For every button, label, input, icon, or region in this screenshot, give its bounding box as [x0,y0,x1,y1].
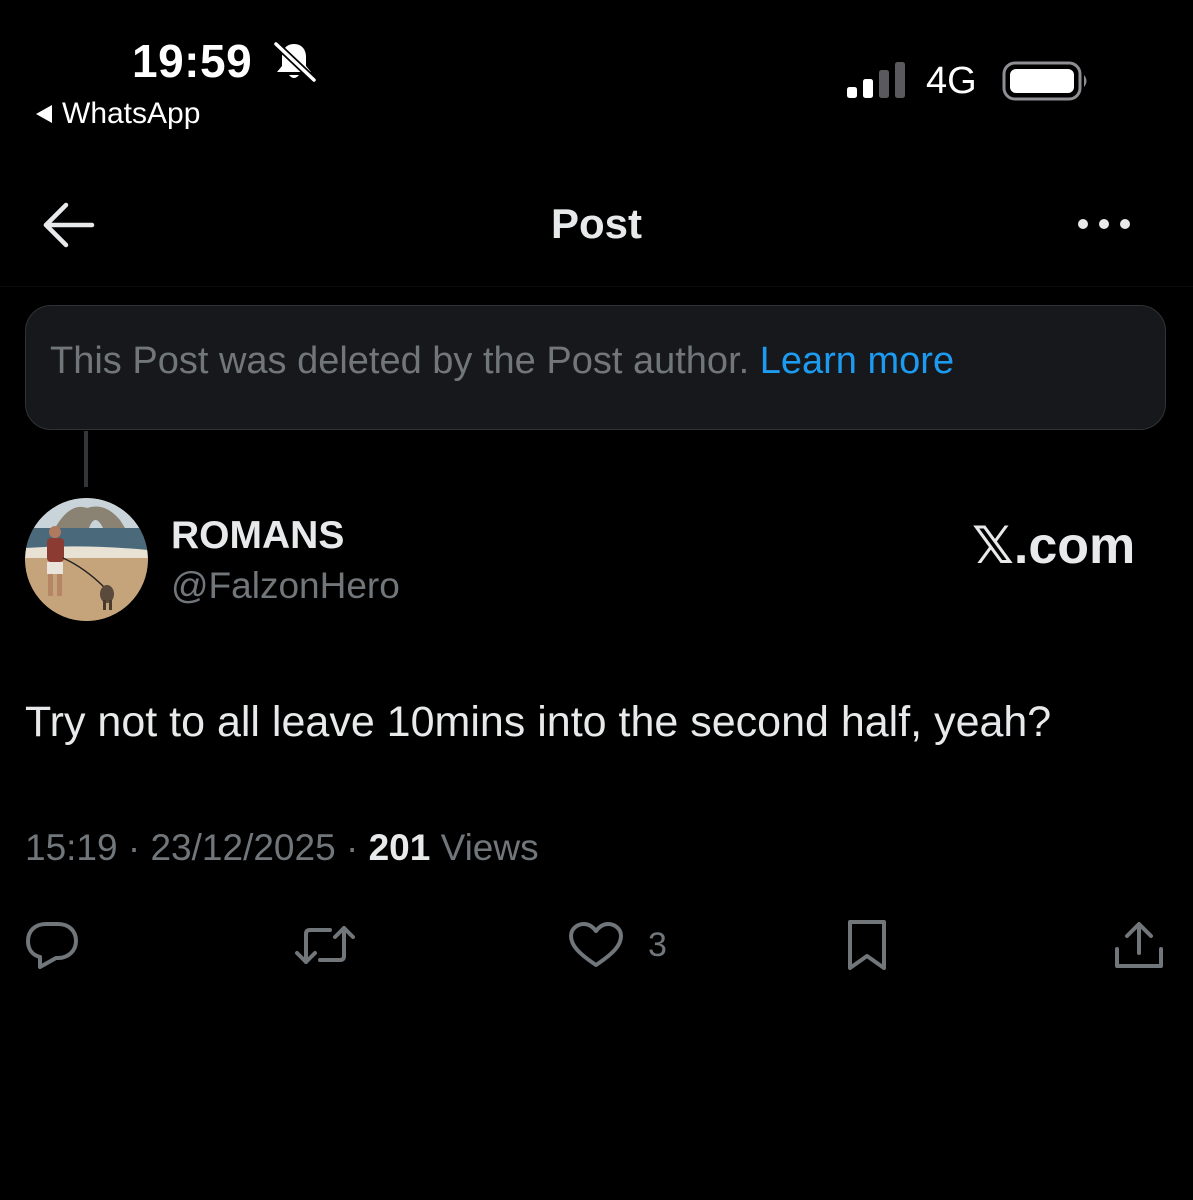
thread-connector [84,431,88,487]
post-meta: 15:19 · 23/12/2025 · 201 Views [25,827,539,868]
repost-icon [295,926,355,964]
x-logo-glyph: 𝕏 [972,516,1014,576]
author-handle[interactable]: @FalzonHero [171,565,400,607]
xcom-watermark: 𝕏.com [972,516,1135,576]
status-time: 19:59 [132,35,253,87]
share-icon [1115,922,1163,968]
back-triangle-icon [36,105,52,123]
deleted-notice-text: This Post was deleted by the Post author… [50,340,954,383]
post-date: 23/12/2025 [150,827,336,868]
like-icon [569,922,623,967]
bookmark-icon [848,920,886,970]
bell-slash-icon [273,41,317,82]
post-text: Try not to all leave 10mins into the sec… [25,698,1052,746]
views-count: 201 [368,827,431,868]
back-to-app-link[interactable]: WhatsApp [36,97,200,131]
share-button[interactable] [1113,915,1167,975]
page-title: Post [550,200,642,247]
bookmark-button[interactable] [845,915,891,975]
like-button[interactable]: 3 [568,915,667,975]
back-app-label: WhatsApp [62,97,201,130]
xcom-domain: .com [1013,517,1136,575]
author-name[interactable]: ROMANS [171,514,344,558]
repost-button[interactable] [294,915,358,975]
deleted-notice-message: This Post was deleted by the Post author… [50,340,750,382]
post-time: 15:19 [25,827,118,868]
reply-icon [26,922,78,969]
network-type: 4G [926,60,977,102]
header-divider [0,286,1193,287]
battery-icon [1002,61,1087,101]
views-label: Views [440,827,539,868]
more-icon[interactable] [1074,211,1134,237]
reply-button[interactable] [24,915,84,975]
learn-more-link[interactable]: Learn more [760,340,954,382]
avatar[interactable] [25,498,148,621]
like-count: 3 [648,925,667,964]
signal-icon [847,62,905,98]
